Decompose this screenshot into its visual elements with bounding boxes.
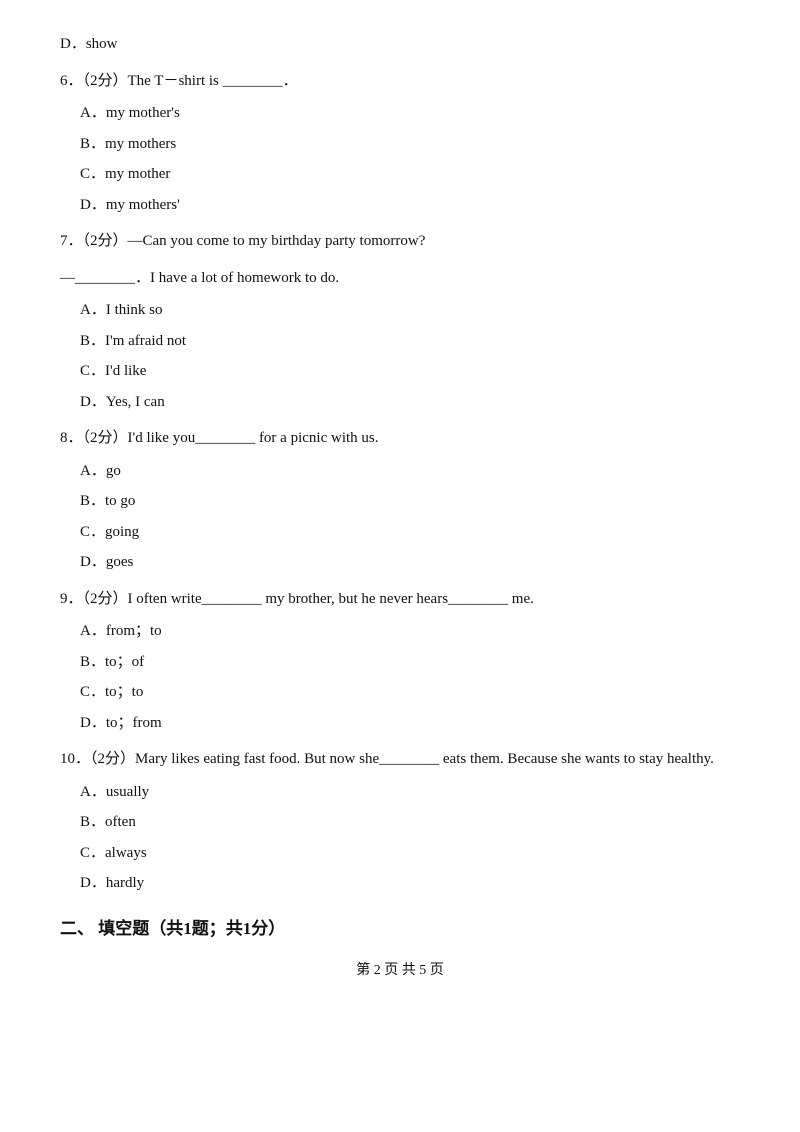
option-d-show: D．show: [60, 30, 740, 59]
question-7: 7．（2分）—Can you come to my birthday party…: [60, 227, 740, 256]
q8-option-c: C．going: [80, 518, 740, 547]
q6-option-c: C．my mother: [80, 160, 740, 189]
q6-option-d: D．my mothers': [80, 191, 740, 220]
question-10: 10．（2分）Mary likes eating fast food. But …: [60, 745, 740, 774]
q8-option-d: D．goes: [80, 548, 740, 577]
q9-option-b: B．to；of: [80, 648, 740, 677]
q7-option-a: A．I think so: [80, 296, 740, 325]
q9-option-d: D．to；from: [80, 709, 740, 738]
q8-option-a: A．go: [80, 457, 740, 486]
q6-option-b: B．my mothers: [80, 130, 740, 159]
question-9: 9．（2分）I often write________ my brother, …: [60, 585, 740, 614]
main-content: D．show 6．（2分）The T－shirt is ________． A．…: [60, 30, 740, 979]
question-6: 6．（2分）The T－shirt is ________．: [60, 67, 740, 96]
q10-option-b: B．often: [80, 808, 740, 837]
q7-option-b: B．I'm afraid not: [80, 327, 740, 356]
q6-option-a: A．my mother's: [80, 99, 740, 128]
q10-option-d: D．hardly: [80, 869, 740, 898]
page-footer: 第 2 页 共 5 页: [60, 959, 740, 979]
q10-option-c: C．always: [80, 839, 740, 868]
q7-option-d: D．Yes, I can: [80, 388, 740, 417]
q10-option-a: A．usually: [80, 778, 740, 807]
q9-option-a: A．from；to: [80, 617, 740, 646]
section-2-title: 二、 填空题（共1题；共1分）: [60, 914, 740, 939]
q7-option-c: C．I'd like: [80, 357, 740, 386]
question-7-sub: —________．I have a lot of homework to do…: [60, 264, 740, 293]
q9-option-c: C．to；to: [80, 678, 740, 707]
question-8: 8．（2分）I'd like you________ for a picnic …: [60, 424, 740, 453]
q8-option-b: B．to go: [80, 487, 740, 516]
